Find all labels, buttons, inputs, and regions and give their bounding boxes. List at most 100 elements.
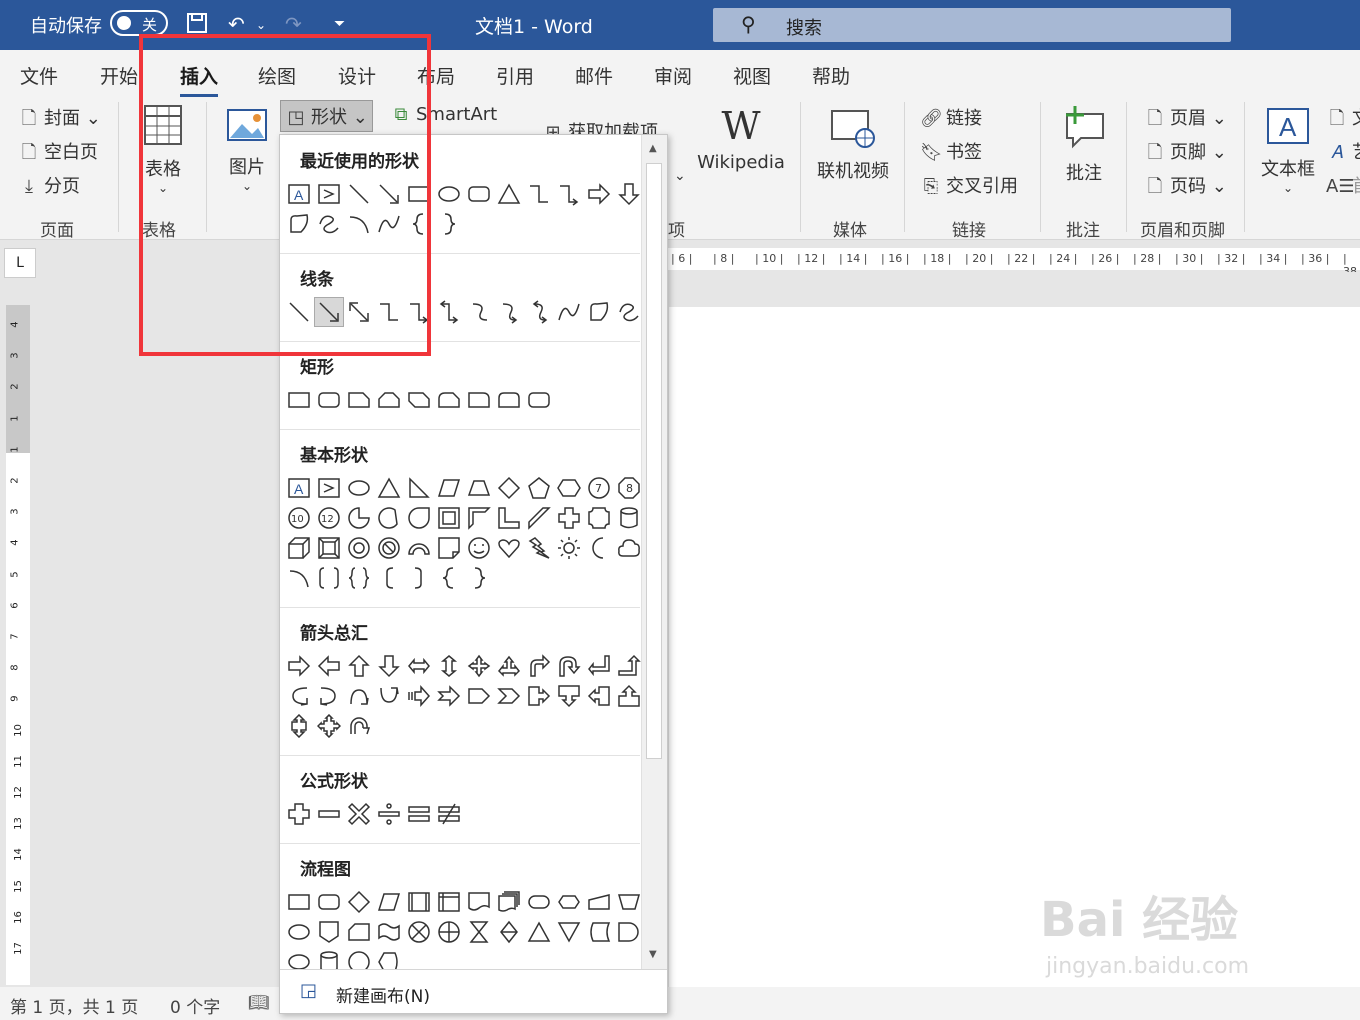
shape-rtri-icon[interactable] xyxy=(404,473,434,503)
shape-ellipse-icon[interactable] xyxy=(284,917,314,947)
shape-minus-icon[interactable] xyxy=(314,799,344,829)
shape-rbrace-icon[interactable] xyxy=(464,563,494,593)
shape-snip1-icon[interactable] xyxy=(344,385,374,415)
shape-dArrow-icon[interactable] xyxy=(374,651,404,681)
shape-bracepair-icon[interactable] xyxy=(344,563,374,593)
shape-para-icon[interactable] xyxy=(434,473,464,503)
shape-extract-icon[interactable] xyxy=(524,917,554,947)
shape-rrect-icon[interactable] xyxy=(524,385,554,415)
shape-hepta-icon[interactable]: 7 xyxy=(584,473,614,503)
shape-rrect-icon[interactable] xyxy=(314,887,344,917)
page-break-button[interactable]: ⤓ 分页 xyxy=(18,172,80,198)
shape-tri-icon[interactable] xyxy=(494,179,524,209)
gallery-scrollbar[interactable]: ▲ ▼ xyxy=(641,135,667,969)
shape-lbrace-icon[interactable] xyxy=(404,209,434,239)
shape-curvL-icon[interactable] xyxy=(314,681,344,711)
header-button[interactable]: 🗋 页眉 ⌄ xyxy=(1144,104,1227,136)
shape-tape-icon[interactable] xyxy=(374,917,404,947)
shape-sumjunc-icon[interactable] xyxy=(404,917,434,947)
shape-tbV-icon[interactable] xyxy=(314,473,344,503)
shape-rect-icon[interactable] xyxy=(284,385,314,415)
shape-lbracket-icon[interactable] xyxy=(374,563,404,593)
shape-predef-icon[interactable] xyxy=(404,887,434,917)
shape-trap-icon[interactable] xyxy=(464,473,494,503)
shape-plus-icon[interactable] xyxy=(284,799,314,829)
shape-octa-icon[interactable]: 8 xyxy=(614,473,644,503)
shape-arc-icon[interactable] xyxy=(284,563,314,593)
shape-pentagon-icon[interactable] xyxy=(464,681,494,711)
tab-review[interactable]: 审阅 xyxy=(654,62,692,89)
shape-cloud-icon[interactable] xyxy=(614,533,644,563)
shape-curvU-icon[interactable] xyxy=(344,681,374,711)
shape-uturn-icon[interactable] xyxy=(554,651,584,681)
shape-curvR-icon[interactable] xyxy=(284,681,314,711)
tab-mailings[interactable]: 邮件 xyxy=(575,62,613,89)
save-icon[interactable] xyxy=(186,12,208,39)
shape-elbowArr-icon[interactable] xyxy=(554,179,584,209)
footer-button[interactable]: 🗋 页脚 ⌄ xyxy=(1144,138,1227,170)
shape-uCallout-icon[interactable] xyxy=(614,681,644,711)
shape-hexa-icon[interactable] xyxy=(554,473,584,503)
shape-arc-icon[interactable] xyxy=(344,209,374,239)
shape-diag-icon[interactable] xyxy=(524,503,554,533)
shape-penta-icon[interactable] xyxy=(524,473,554,503)
shape-lupArrow-icon[interactable] xyxy=(584,651,614,681)
shape-tri-icon[interactable] xyxy=(374,473,404,503)
shape-or-icon[interactable] xyxy=(434,917,464,947)
shape-diamond-icon[interactable] xyxy=(494,473,524,503)
shape-plaque-icon[interactable] xyxy=(584,503,614,533)
quick-parts-button[interactable]: 🗋文 xyxy=(1326,104,1360,136)
undo-dropdown-icon[interactable]: ⌄ xyxy=(256,18,266,32)
shape-lshape-icon[interactable] xyxy=(494,503,524,533)
shape-elbow-icon[interactable] xyxy=(374,297,404,327)
shape-smiley-icon[interactable] xyxy=(464,533,494,563)
shape-rect-icon[interactable] xyxy=(284,887,314,917)
undo-icon[interactable]: ↶ xyxy=(228,12,245,36)
page-number-button[interactable]: 🗋 页码 ⌄ xyxy=(1144,172,1227,204)
shape-curvD-icon[interactable] xyxy=(374,681,404,711)
shape-rCallout-icon[interactable] xyxy=(524,681,554,711)
shape-moon-icon[interactable] xyxy=(584,533,614,563)
shape-teardrop-icon[interactable] xyxy=(404,503,434,533)
shape-diamond-icon[interactable] xyxy=(344,887,374,917)
tab-layout[interactable]: 布局 xyxy=(417,62,455,89)
shape-heart-icon[interactable] xyxy=(494,533,524,563)
shape-curve-icon[interactable] xyxy=(554,297,584,327)
shape-tbA-icon[interactable]: A xyxy=(284,473,314,503)
shape-arrow-icon[interactable] xyxy=(374,179,404,209)
shape-document-icon[interactable] xyxy=(464,887,494,917)
shape-donut-icon[interactable] xyxy=(344,533,374,563)
shape-scribble-icon[interactable] xyxy=(614,297,644,327)
shape-blockarc-icon[interactable] xyxy=(404,533,434,563)
shape-elbowDArr-icon[interactable] xyxy=(434,297,464,327)
shape-sun-icon[interactable] xyxy=(554,533,584,563)
shape-lArrow-icon[interactable] xyxy=(314,651,344,681)
shape-can-icon[interactable] xyxy=(314,947,344,969)
shape-delay-icon[interactable] xyxy=(614,917,644,947)
tab-draw[interactable]: 绘图 xyxy=(258,62,296,89)
cross-reference-button[interactable]: ⎘ 交叉引用 xyxy=(920,172,1018,198)
smartart-button[interactable]: ⧉ SmartArt xyxy=(390,104,498,125)
shape-chord-icon[interactable] xyxy=(374,503,404,533)
tab-design[interactable]: 设计 xyxy=(338,62,376,89)
shape-quadCallout-icon[interactable] xyxy=(314,711,344,741)
comment-button[interactable]: 批注 xyxy=(1058,104,1110,185)
tab-home[interactable]: 开始 xyxy=(100,62,138,89)
shape-rbracket-icon[interactable] xyxy=(404,563,434,593)
shape-udArrow-icon[interactable] xyxy=(434,651,464,681)
shape-elbowArr-icon[interactable] xyxy=(404,297,434,327)
scroll-up-icon[interactable]: ▲ xyxy=(649,143,657,154)
shape-bracketpair-icon[interactable] xyxy=(314,563,344,593)
shape-chevron-icon[interactable] xyxy=(494,681,524,711)
shape-line-icon[interactable] xyxy=(284,297,314,327)
shape-terminator-icon[interactable] xyxy=(524,887,554,917)
wordart-button[interactable]: 𝐴艺 xyxy=(1326,138,1360,164)
shape-darrow-icon[interactable] xyxy=(344,297,374,327)
cover-page-button[interactable]: 🗋 封面 ⌄ xyxy=(18,104,101,136)
shape-bevel-icon[interactable] xyxy=(314,533,344,563)
shape-uArrow-icon[interactable] xyxy=(344,651,374,681)
search-box[interactable]: ⚲ 搜索 xyxy=(713,8,1231,42)
shape-offpage-icon[interactable] xyxy=(314,917,344,947)
online-video-button[interactable]: 联机视频 xyxy=(812,108,894,183)
shape-notchedR-icon[interactable] xyxy=(434,681,464,711)
